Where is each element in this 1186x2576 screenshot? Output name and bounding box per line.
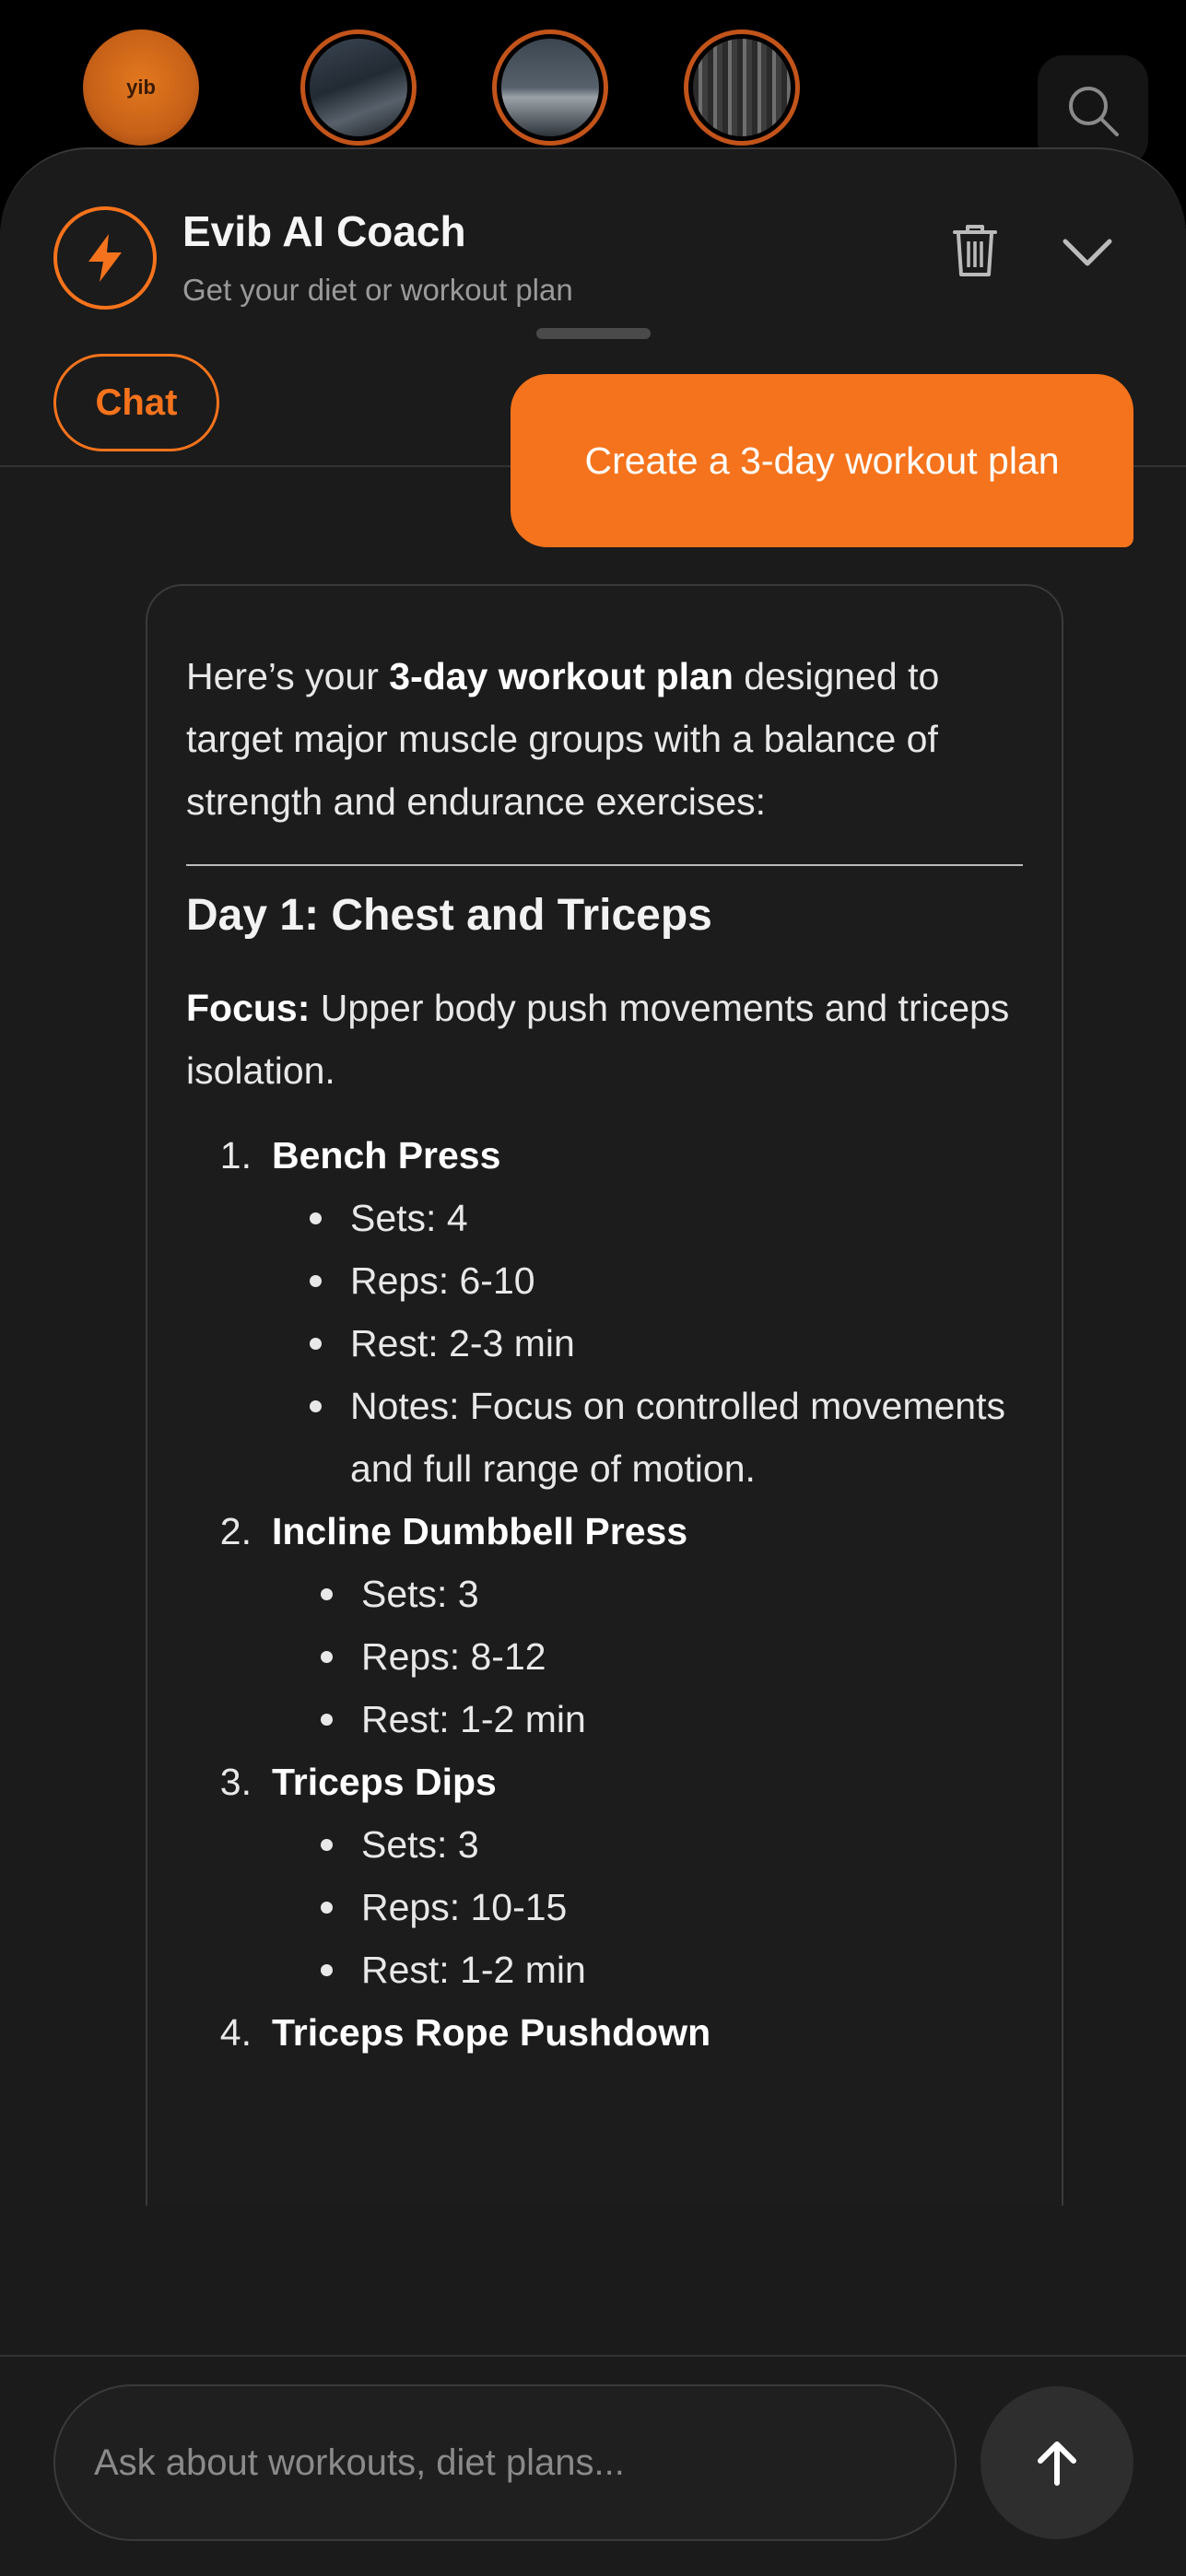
focus-text: Upper body push movements and triceps is… [186, 987, 1010, 1092]
detail-item: Sets: 3 [315, 1563, 1023, 1625]
detail-item: Rest: 1-2 min [315, 1938, 1023, 2001]
exercise-number: 3. [219, 1761, 252, 1803]
exercise-name: Incline Dumbbell Press [272, 1510, 688, 1552]
ai-intro: Here’s your 3-day workout plan designed … [186, 645, 1023, 833]
detail-item: Reps: 8-12 [315, 1625, 1023, 1688]
story-evib-logo[interactable]: yib [83, 29, 199, 146]
detail-item: Rest: 1-2 min [315, 1688, 1023, 1751]
message-composer: Ask about workouts, diet plans... [0, 2355, 1186, 2576]
collapse-button[interactable] [1060, 234, 1115, 271]
detail-item: Notes: Focus on controlled movements and… [304, 1375, 1023, 1500]
send-button[interactable] [981, 2386, 1133, 2539]
exercise-details: Sets: 3 Reps: 8-12 Rest: 1-2 min [186, 1563, 1023, 1751]
coach-avatar [53, 206, 157, 310]
user-message-bubble: Create a 3-day workout plan [511, 374, 1133, 547]
story-thumbnail [501, 39, 599, 136]
message-input[interactable]: Ask about workouts, diet plans... [53, 2384, 957, 2541]
exercise-name: Bench Press [272, 1134, 501, 1177]
list-item: 2. Incline Dumbbell Press Sets: 3 Reps: 8… [186, 1500, 1023, 1751]
story-thumbnail [310, 39, 407, 136]
story-thumbnail [693, 39, 791, 136]
focus-label: Focus: [186, 987, 311, 1029]
list-item: 4. Triceps Rope Pushdown [186, 2001, 1023, 2064]
stories-bar: yib [0, 0, 1186, 166]
list-item: 1. Bench Press Sets: 4 Reps: 6-10 Rest: 2… [186, 1124, 1023, 1500]
story-building[interactable] [684, 29, 800, 146]
list-item: 3. Triceps Dips Sets: 3 Reps: 10-15 Rest:… [186, 1751, 1023, 2001]
app-screen: yib Evib AI Coach Get your diet or worko… [0, 0, 1186, 2576]
exercise-details: Sets: 3 Reps: 10-15 Rest: 1-2 min [186, 1813, 1023, 2001]
logo-text: yib [126, 76, 156, 99]
divider [186, 864, 1023, 866]
story-street[interactable] [300, 29, 417, 146]
detail-item: Rest: 2-3 min [304, 1312, 1023, 1375]
arrow-up-icon [1038, 2441, 1076, 2486]
intro-text: Here’s your [186, 655, 390, 697]
exercise-name: Triceps Dips [272, 1761, 497, 1803]
drag-handle[interactable] [536, 328, 651, 339]
focus-line: Focus: Upper body push movements and tri… [186, 977, 1023, 1102]
coach-subtitle: Get your diet or workout plan [182, 273, 573, 307]
exercise-details: Sets: 4 Reps: 6-10 Rest: 2-3 min Notes: … [186, 1187, 1023, 1500]
intro-bold-text: 3-day workout plan [389, 655, 734, 697]
lightning-bolt-icon [88, 234, 122, 282]
day-heading: Day 1: Chest and Triceps [186, 891, 712, 940]
search-icon [1069, 87, 1119, 136]
story-landscape[interactable] [492, 29, 608, 146]
exercise-number: 4. [219, 2011, 252, 2054]
clear-chat-button[interactable] [949, 221, 1001, 280]
detail-item: Reps: 6-10 [304, 1249, 1023, 1312]
coach-title: Evib AI Coach [182, 207, 466, 255]
trash-icon [953, 225, 997, 276]
tab-chat[interactable]: Chat [53, 354, 219, 451]
detail-item: Sets: 3 [315, 1813, 1023, 1876]
ai-message-bubble: Here’s your 3-day workout plan designed … [146, 584, 1063, 2206]
exercise-list: 1. Bench Press Sets: 4 Reps: 6-10 Rest: 2… [186, 1124, 1023, 2064]
detail-item: Sets: 4 [304, 1187, 1023, 1249]
exercise-name: Triceps Rope Pushdown [272, 2011, 711, 2054]
chevron-down-icon [1063, 239, 1112, 266]
evib-logo: yib [83, 29, 199, 146]
exercise-number: 2. [219, 1510, 252, 1552]
exercise-number: 1. [219, 1134, 252, 1177]
detail-item: Reps: 10-15 [315, 1876, 1023, 1938]
